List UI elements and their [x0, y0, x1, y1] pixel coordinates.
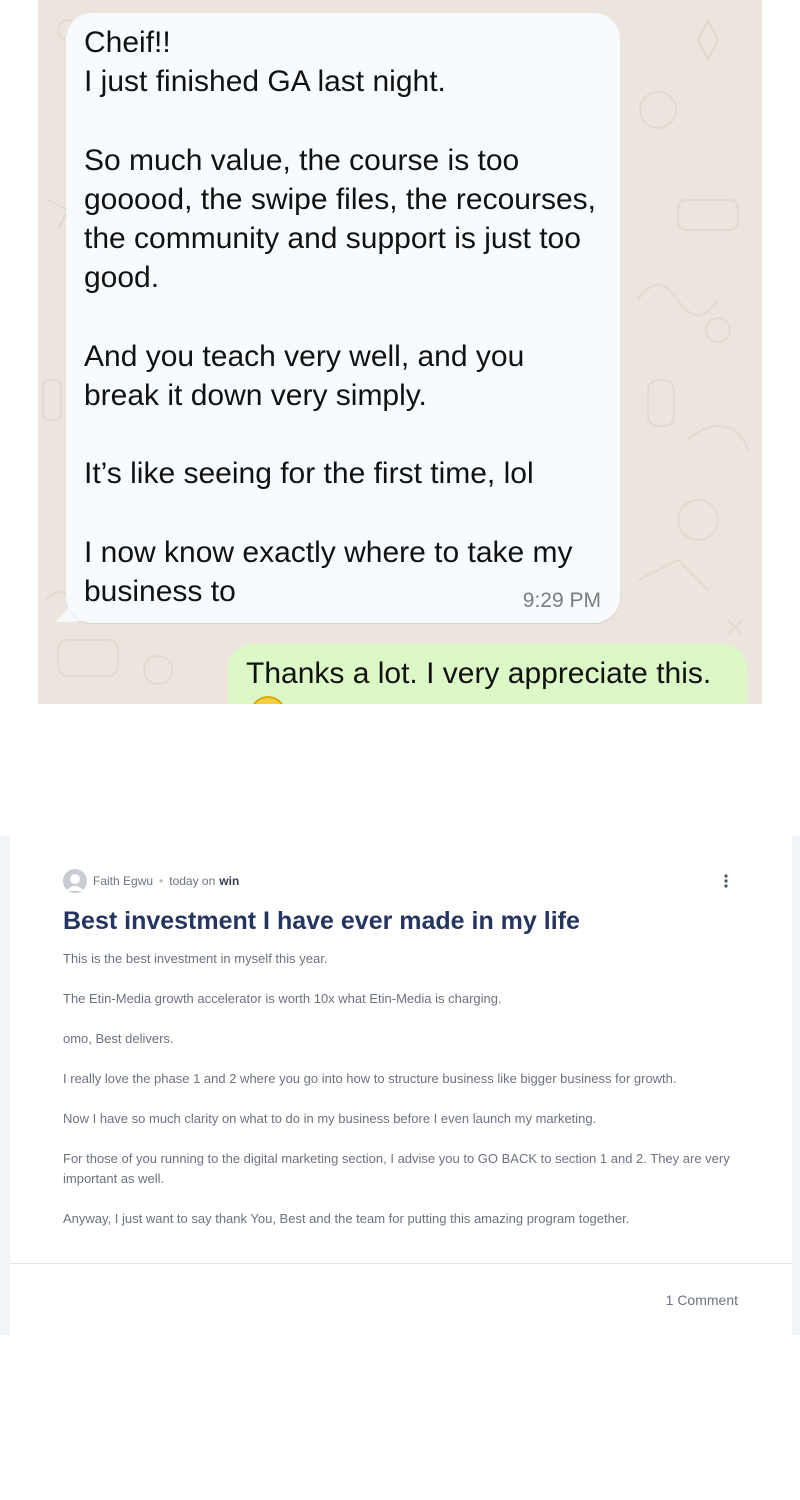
post-paragraph: I really love the phase 1 and 2 where yo… [63, 1071, 677, 1086]
post-meta: Faith Egwu • today on win [63, 869, 753, 893]
outgoing-message-bubble[interactable]: Thanks a lot. I very appreciate this. [228, 644, 747, 704]
post-section: Faith Egwu • today on win Best investmen… [0, 836, 800, 1335]
post-title[interactable]: Best investment I have ever made in my l… [63, 904, 763, 938]
incoming-message-bubble[interactable]: Cheif!! I just finished GA last night. S… [66, 13, 620, 623]
outgoing-message-text: Thanks a lot. I very appreciate this. [246, 657, 712, 690]
smile-emoji-icon [250, 696, 286, 704]
post-body: This is the best investment in myself th… [63, 949, 747, 1249]
user-avatar-icon[interactable] [63, 869, 87, 893]
post-card: Faith Egwu • today on win Best investmen… [10, 836, 792, 1335]
author-name[interactable]: Faith Egwu [93, 874, 153, 888]
space-link[interactable]: win [219, 874, 239, 888]
post-paragraph: omo, Best delivers. [63, 1031, 174, 1046]
post-paragraph: This is the best investment in myself th… [63, 951, 328, 966]
comments-link[interactable]: 1 Comment [666, 1292, 738, 1308]
message-timestamp: 9:29 PM [522, 589, 601, 612]
incoming-message-text: Cheif!! I just finished GA last night. S… [84, 26, 596, 608]
meta-separator-dot: • [159, 874, 164, 888]
post-paragraph: For those of you running to the digital … [63, 1151, 730, 1186]
post-time: today on [169, 874, 216, 888]
more-vertical-icon[interactable] [718, 871, 734, 891]
post-paragraph: The Etin-Media growth accelerator is wor… [63, 991, 502, 1006]
post-paragraph: Anyway, I just want to say thank You, Be… [63, 1211, 630, 1226]
chat-screenshot: Cheif!! I just finished GA last night. S… [38, 0, 762, 704]
post-paragraph: Now I have so much clarity on what to do… [63, 1111, 597, 1126]
post-divider [10, 1263, 792, 1264]
